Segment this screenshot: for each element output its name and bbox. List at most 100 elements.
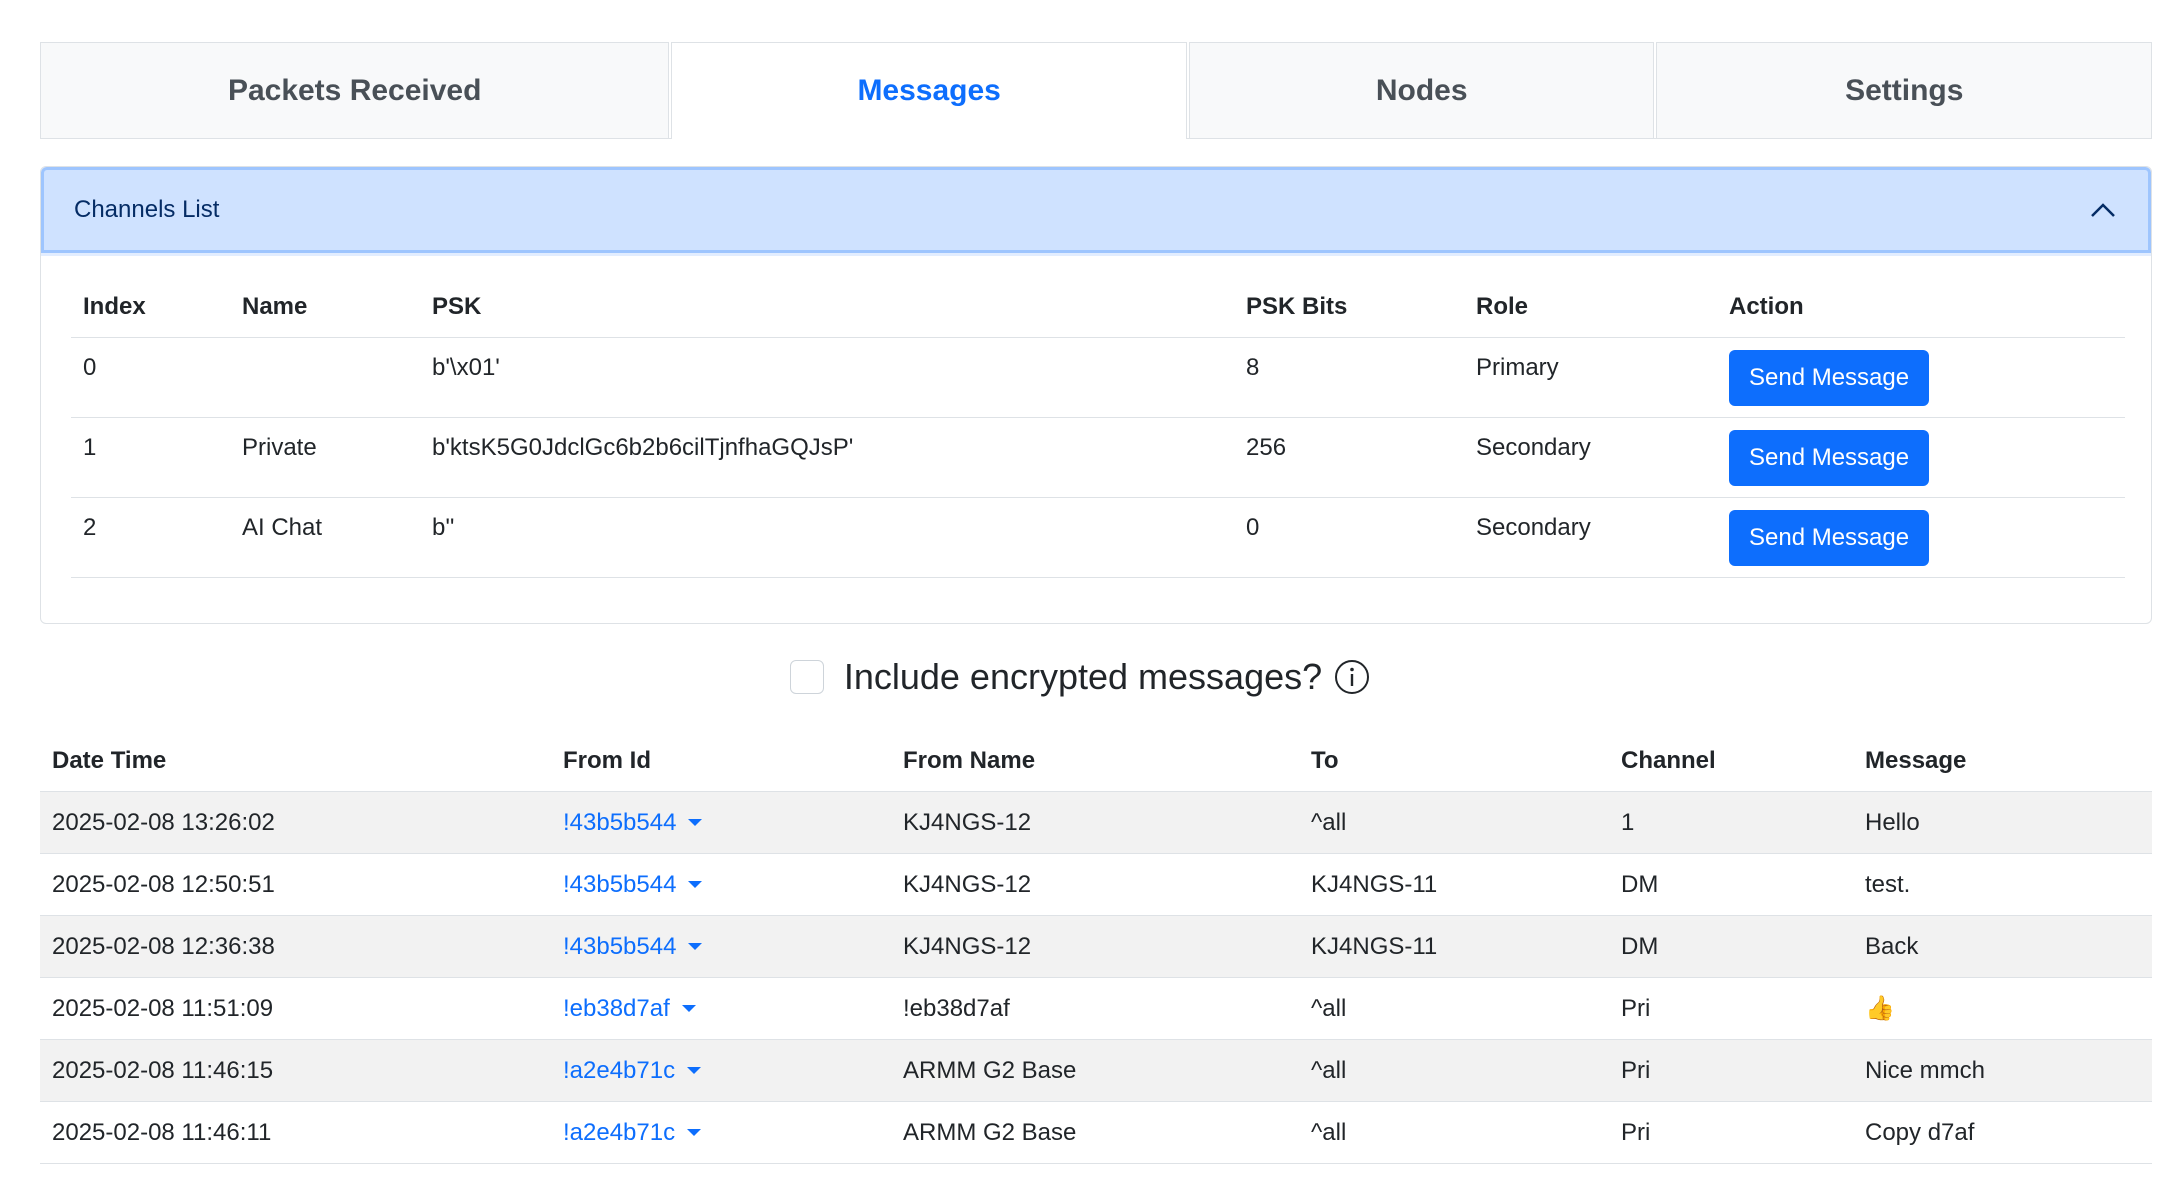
tab-bar: Packets Received Messages Nodes Settings bbox=[40, 42, 2153, 139]
header-from-id: From Id bbox=[551, 730, 891, 792]
send-message-button[interactable]: Send Message bbox=[1729, 350, 1930, 406]
thumbs-up-icon: 👍 bbox=[1853, 977, 2152, 1040]
channel-index: 2 bbox=[71, 497, 230, 578]
table-row: 2025-02-08 11:46:11 !a2e4b71c ARMM G2 Ba… bbox=[40, 1101, 2152, 1164]
send-message-button[interactable]: Send Message bbox=[1729, 510, 1930, 566]
channels-header-row: Index Name PSK PSK Bits Role Action bbox=[71, 277, 2125, 338]
caret-down-icon bbox=[688, 943, 703, 950]
send-message-button[interactable]: Send Message bbox=[1729, 430, 1930, 486]
channel-action: Send Message bbox=[1717, 417, 2125, 498]
message-to: KJ4NGS-11 bbox=[1299, 853, 1609, 916]
caret-down-icon bbox=[687, 1067, 702, 1074]
table-row: 2025-02-08 11:46:15 !a2e4b71c ARMM G2 Ba… bbox=[40, 1039, 2152, 1102]
caret-down-icon bbox=[687, 1129, 702, 1136]
channel-psk: b'ktsK5G0JdclGc6b2b6cilTjnfhaGQJsP' bbox=[420, 417, 1234, 498]
messages-header-row: Date Time From Id From Name To Channel M… bbox=[40, 730, 2152, 792]
message-to: ^all bbox=[1299, 1039, 1609, 1102]
channels-accordion: Channels List Index Name PSK PSK Bits Ro… bbox=[40, 166, 2152, 624]
channel-role: Secondary bbox=[1464, 497, 1717, 578]
channel-index: 0 bbox=[71, 337, 230, 418]
header-psk-bits: PSK Bits bbox=[1234, 277, 1464, 338]
from-id-dropdown[interactable]: !43b5b544 bbox=[563, 809, 703, 837]
message-date-time: 2025-02-08 12:50:51 bbox=[40, 853, 551, 916]
channel-name bbox=[230, 337, 420, 418]
header-role: Role bbox=[1464, 277, 1717, 338]
message-from-name: ARMM G2 Base bbox=[891, 1101, 1299, 1164]
header-channel: Channel bbox=[1609, 730, 1853, 792]
message-text: Hello bbox=[1853, 791, 2152, 854]
message-channel: DM bbox=[1609, 853, 1853, 916]
encrypted-toggle-row: Include encrypted messages? bbox=[0, 650, 2160, 704]
messages-table: Date Time From Id From Name To Channel M… bbox=[40, 730, 2152, 1164]
channels-accordion-header[interactable]: Channels List bbox=[41, 167, 2151, 253]
message-from-id-cell: !eb38d7af bbox=[551, 977, 891, 1040]
from-id-dropdown[interactable]: !a2e4b71c bbox=[563, 1056, 702, 1085]
message-date-time: 2025-02-08 11:46:15 bbox=[40, 1039, 551, 1102]
message-from-id-cell: !a2e4b71c bbox=[551, 1039, 891, 1102]
from-id-text: !43b5b544 bbox=[563, 870, 677, 898]
message-to: ^all bbox=[1299, 1101, 1609, 1164]
message-from-id-cell: !43b5b544 bbox=[551, 791, 891, 854]
from-id-text: !43b5b544 bbox=[563, 932, 677, 960]
message-date-time: 2025-02-08 12:36:38 bbox=[40, 915, 551, 978]
header-from-name: From Name bbox=[891, 730, 1299, 792]
message-from-name: KJ4NGS-12 bbox=[891, 853, 1299, 916]
include-encrypted-label[interactable]: Include encrypted messages? bbox=[844, 656, 1322, 698]
channel-psk-bits: 256 bbox=[1234, 417, 1464, 498]
from-id-text: !a2e4b71c bbox=[563, 1118, 676, 1146]
table-row: 2025-02-08 12:36:38 !43b5b544 KJ4NGS-12 … bbox=[40, 915, 2152, 978]
channel-psk: b'\x01' bbox=[420, 337, 1234, 418]
message-text: Back bbox=[1853, 915, 2152, 978]
caret-down-icon bbox=[688, 819, 703, 826]
channel-psk-bits: 8 bbox=[1234, 337, 1464, 418]
channels-list-title: Channels List bbox=[74, 196, 220, 223]
header-psk: PSK bbox=[420, 277, 1234, 338]
info-icon[interactable] bbox=[1334, 659, 1370, 695]
channels-accordion-body: Index Name PSK PSK Bits Role Action 0 b'… bbox=[41, 277, 2151, 578]
table-row: 2025-02-08 11:51:09 !eb38d7af !eb38d7af … bbox=[40, 977, 2152, 1040]
channel-psk-bits: 0 bbox=[1234, 497, 1464, 578]
channel-role: Primary bbox=[1464, 337, 1717, 418]
from-id-dropdown[interactable]: !a2e4b71c bbox=[563, 1118, 702, 1147]
message-to: KJ4NGS-11 bbox=[1299, 915, 1609, 978]
channel-name: AI Chat bbox=[230, 497, 420, 578]
channel-row: 2 AI Chat b'' 0 Secondary Send Message bbox=[71, 497, 2125, 578]
message-date-time: 2025-02-08 11:51:09 bbox=[40, 977, 551, 1040]
channel-row: 1 Private b'ktsK5G0JdclGc6b2b6cilTjnfhaG… bbox=[71, 417, 2125, 498]
include-encrypted-checkbox[interactable] bbox=[789, 660, 824, 694]
tab-packets-received[interactable]: Packets Received bbox=[40, 42, 670, 138]
message-to: ^all bbox=[1299, 977, 1609, 1040]
from-id-dropdown[interactable]: !eb38d7af bbox=[563, 995, 696, 1023]
message-channel: Pri bbox=[1609, 1039, 1853, 1102]
message-from-id-cell: !43b5b544 bbox=[551, 853, 891, 916]
header-action: Action bbox=[1717, 277, 2125, 338]
channels-table: Index Name PSK PSK Bits Role Action 0 b'… bbox=[71, 277, 2125, 578]
from-id-dropdown[interactable]: !43b5b544 bbox=[563, 870, 703, 899]
caret-down-icon bbox=[688, 881, 703, 888]
channel-name: Private bbox=[230, 417, 420, 498]
header-to: To bbox=[1299, 730, 1609, 792]
from-id-dropdown[interactable]: !43b5b544 bbox=[563, 932, 703, 961]
message-channel: DM bbox=[1609, 915, 1853, 978]
message-date-time: 2025-02-08 11:46:11 bbox=[40, 1101, 551, 1164]
chevron-up-icon[interactable] bbox=[2088, 195, 2118, 225]
message-channel: 1 bbox=[1609, 791, 1853, 854]
channel-action: Send Message bbox=[1717, 497, 2125, 578]
from-id-text: !a2e4b71c bbox=[563, 1056, 676, 1084]
header-message: Message bbox=[1853, 730, 2152, 792]
tab-nodes[interactable]: Nodes bbox=[1188, 42, 1655, 138]
message-text: test. bbox=[1853, 853, 2152, 916]
from-id-text: !eb38d7af bbox=[563, 994, 670, 1022]
tab-settings[interactable]: Settings bbox=[1656, 42, 2153, 138]
message-from-name: !eb38d7af bbox=[891, 977, 1299, 1040]
message-text: Copy d7af bbox=[1853, 1101, 2152, 1164]
table-row: 2025-02-08 13:26:02 !43b5b544 KJ4NGS-12 … bbox=[40, 791, 2152, 854]
channel-row: 0 b'\x01' 8 Primary Send Message bbox=[71, 337, 2125, 418]
channel-psk: b'' bbox=[420, 497, 1234, 578]
message-from-name: KJ4NGS-12 bbox=[891, 915, 1299, 978]
caret-down-icon bbox=[681, 1005, 696, 1012]
channel-action: Send Message bbox=[1717, 337, 2125, 418]
channel-role: Secondary bbox=[1464, 417, 1717, 498]
tab-messages[interactable]: Messages bbox=[671, 42, 1187, 139]
channel-index: 1 bbox=[71, 417, 230, 498]
